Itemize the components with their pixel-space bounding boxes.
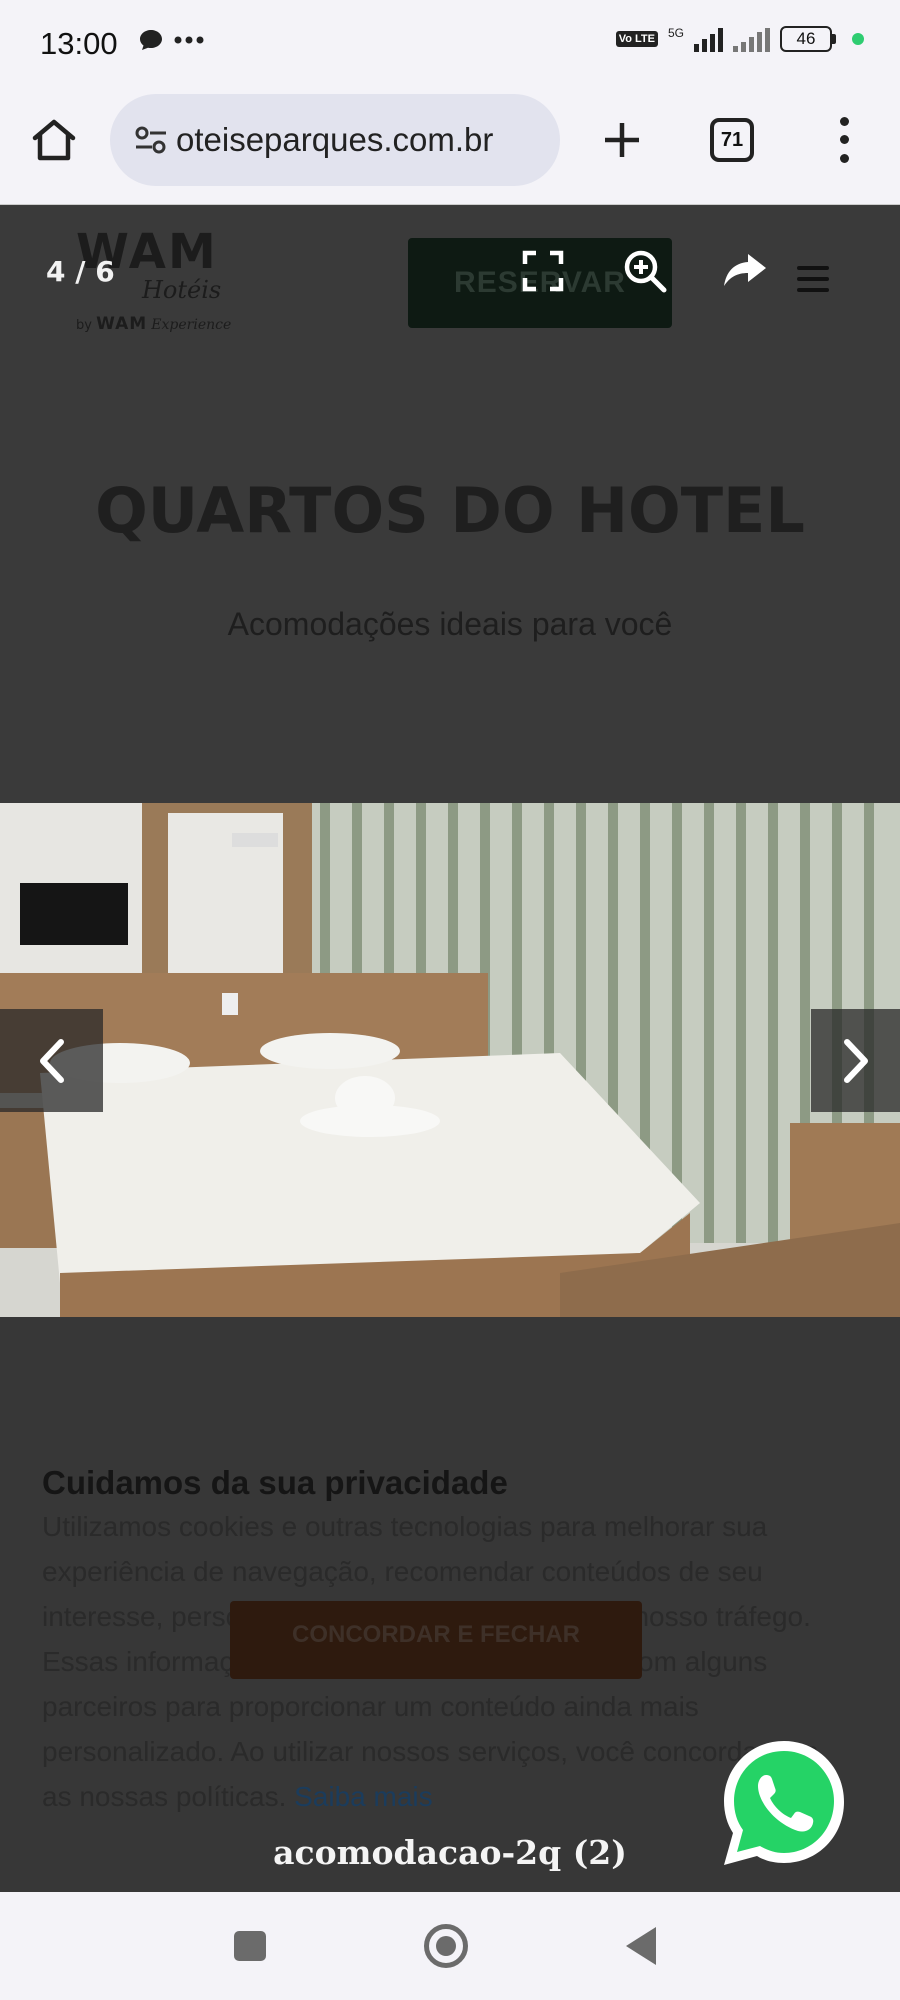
hotel-room-photo	[0, 803, 900, 1317]
android-navigation-bar	[0, 1892, 900, 2000]
logo-by-prefix: by	[76, 318, 92, 333]
logo-by-suffix: Experience	[151, 317, 232, 333]
status-bar: 13:00 Vo LTE 5G 46	[0, 0, 900, 90]
share-icon[interactable]	[722, 250, 768, 290]
learn-more-link[interactable]: Saiba mais	[294, 1781, 433, 1812]
status-notification-icons	[138, 28, 204, 52]
signal-strength-sim2-icon	[733, 26, 770, 52]
new-tab-button[interactable]	[596, 114, 648, 166]
home-nav-button[interactable]	[424, 1924, 468, 1968]
status-time: 13:00	[40, 26, 118, 61]
logo-by-brand: WAM	[96, 314, 148, 334]
next-image-button[interactable]	[811, 1009, 900, 1112]
section-subtitle: Acomodações ideais para você	[227, 606, 673, 642]
browser-toolbar: oteiseparques.com.br 71	[0, 90, 900, 205]
tab-switcher-button[interactable]: 71	[710, 118, 754, 162]
fullscreen-icon[interactable]	[522, 250, 564, 292]
logo-by-line: by WAM Experience	[76, 314, 231, 334]
home-button[interactable]	[28, 114, 80, 166]
chevron-right-icon	[843, 1038, 868, 1083]
url-text[interactable]: oteiseparques.com.br	[176, 121, 493, 159]
network-type-label: 5G	[667, 26, 684, 40]
accept-cookies-button[interactable]: CONCORDAR E FECHAR	[230, 1601, 642, 1679]
lightbox-image-hotel-room	[0, 803, 900, 1317]
more-notifications-icon	[174, 36, 204, 44]
logo-script-text: Hotéis	[142, 276, 222, 304]
whatsapp-chat-icon[interactable]	[714, 1733, 854, 1873]
cookie-title: Cuidamos da sua privacidade	[42, 1464, 508, 1501]
hamburger-menu-icon[interactable]	[797, 266, 829, 292]
privacy-indicator-dot	[852, 33, 864, 45]
plus-icon	[605, 123, 639, 157]
signal-strength-icon	[694, 26, 723, 52]
back-button[interactable]	[626, 1927, 656, 1965]
address-bar[interactable]: oteiseparques.com.br	[110, 94, 560, 186]
battery-icon: 46	[780, 26, 836, 52]
chat-bubble-icon	[140, 30, 162, 50]
browser-menu-button[interactable]	[818, 112, 870, 168]
section-title: QUARTOS DO HOTEL	[95, 474, 805, 547]
zoom-in-icon[interactable]	[622, 248, 668, 294]
recent-apps-button[interactable]	[234, 1931, 266, 1961]
home-icon	[32, 119, 76, 161]
battery-level: 46	[780, 26, 832, 52]
lightbox-counter: 4 / 6	[46, 255, 115, 288]
volte-icon: Vo LTE	[615, 31, 658, 47]
chevron-left-icon	[39, 1038, 64, 1083]
status-right-icons: Vo LTE 5G 46	[615, 26, 864, 52]
site-settings-icon[interactable]	[130, 119, 172, 161]
previous-image-button[interactable]	[0, 1009, 103, 1112]
